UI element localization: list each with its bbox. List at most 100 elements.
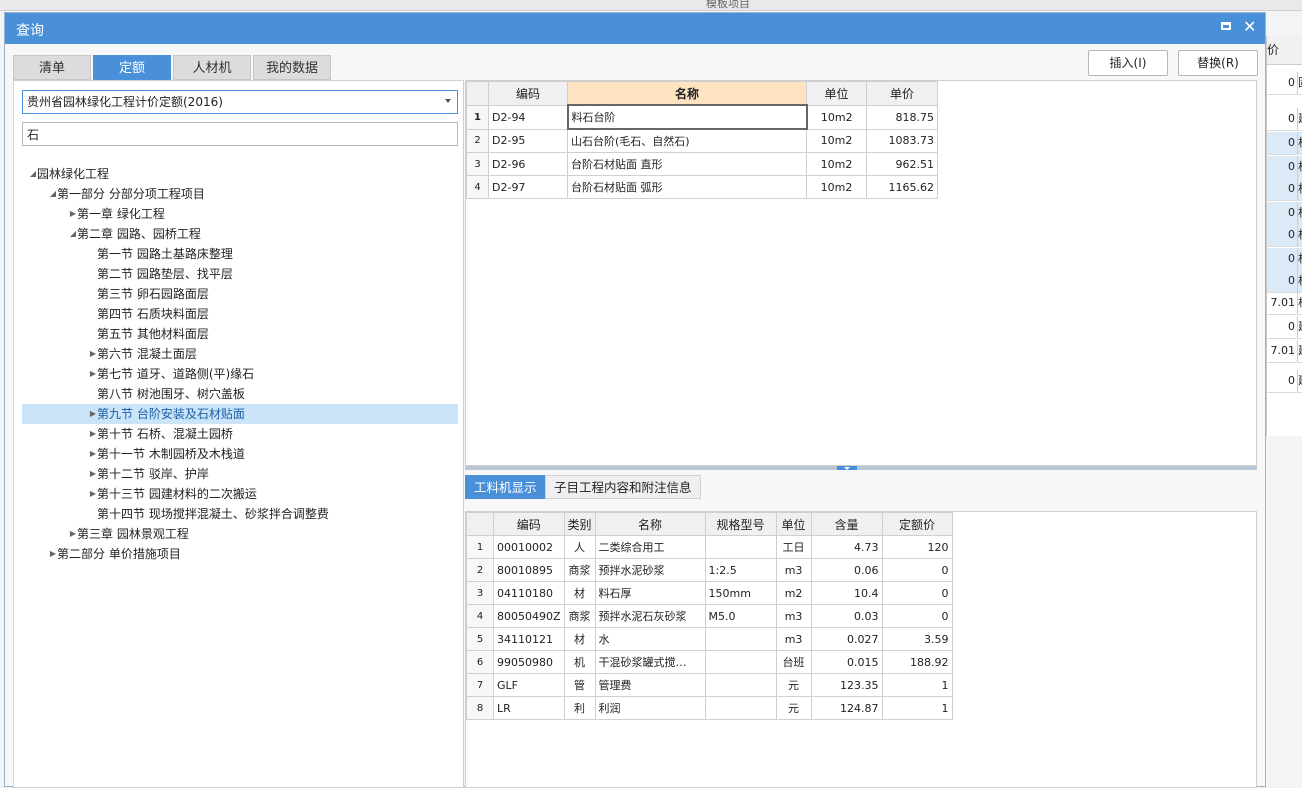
table-row[interactable]: 4 D2-97 台阶石材贴面 弧形 10m2 1165.62 bbox=[466, 175, 938, 199]
table-row[interactable]: 1 D2-94 料石台阶 10m2 818.75 bbox=[466, 104, 938, 130]
tab-bill[interactable]: 清单 bbox=[13, 55, 91, 80]
tree-node[interactable]: 第三节 卵石园路面层 bbox=[22, 284, 458, 304]
column-header[interactable]: 含量 bbox=[810, 512, 883, 536]
replace-button[interactable]: 替换(R) bbox=[1178, 50, 1258, 76]
resource-cell-type[interactable]: 管 bbox=[563, 673, 596, 697]
tab-my-data[interactable]: 我的数据 bbox=[253, 55, 331, 80]
table-row[interactable]: 6 99050980 机干混砂浆罐式搅… 台班 0.015 188.92 bbox=[466, 650, 953, 674]
tree-node[interactable]: ◢ 第二章 园路、园桥工程 bbox=[22, 224, 458, 244]
quota-cell-unit[interactable]: 10m2 bbox=[806, 104, 867, 130]
tree-node[interactable]: ◢ 第一部分 分部分项工程项目 bbox=[22, 184, 458, 204]
quota-cell-idx[interactable]: 2 bbox=[466, 128, 489, 153]
close-icon[interactable]: ✕ bbox=[1243, 17, 1256, 37]
tree-node[interactable]: ▶ 第六节 混凝土面层 bbox=[22, 344, 458, 364]
tree-node[interactable]: ▶ 第十二节 驳岸、护岸 bbox=[22, 464, 458, 484]
resource-cell-qty[interactable]: 10.4 bbox=[810, 581, 883, 605]
resource-cell-spec[interactable] bbox=[704, 696, 777, 720]
resource-cell-unit[interactable]: m3 bbox=[775, 604, 812, 628]
resource-cell-idx[interactable]: 2 bbox=[466, 558, 494, 582]
resource-cell-name[interactable]: 管理费 bbox=[594, 673, 706, 697]
resource-cell-price[interactable]: 120 bbox=[881, 535, 953, 559]
resource-cell-idx[interactable]: 6 bbox=[466, 650, 494, 674]
resource-cell-spec[interactable] bbox=[704, 673, 777, 697]
resource-cell-idx[interactable]: 8 bbox=[466, 696, 494, 720]
resource-cell-price[interactable]: 1 bbox=[881, 673, 953, 697]
table-row[interactable]: 4 80050490Z 商浆 预拌水泥石灰砂浆 M5.0 m3 0.03 0 bbox=[466, 604, 953, 628]
table-row[interactable]: 7 GLF 管管理费 元 123.35 1 bbox=[466, 673, 953, 697]
column-header[interactable]: 名称 bbox=[594, 512, 706, 536]
resource-cell-spec[interactable] bbox=[704, 650, 777, 674]
resource-cell-name[interactable]: 料石厚 bbox=[594, 581, 706, 605]
column-header[interactable]: 单位 bbox=[775, 512, 812, 536]
resource-cell-idx[interactable]: 7 bbox=[466, 673, 494, 697]
resource-cell-price[interactable]: 0 bbox=[881, 581, 953, 605]
table-row[interactable]: 3 D2-96 台阶石材贴面 直形 10m2 962.51 bbox=[466, 152, 938, 176]
quota-cell-code[interactable]: D2-95 bbox=[488, 128, 568, 153]
tab-resources[interactable]: 人材机 bbox=[173, 55, 251, 80]
resource-cell-spec[interactable] bbox=[704, 535, 777, 559]
resource-cell-name[interactable]: 预拌水泥石灰砂浆 bbox=[594, 604, 706, 628]
tree-node[interactable]: ◢ 园林绿化工程 bbox=[22, 164, 458, 184]
resource-cell-idx[interactable]: 3 bbox=[466, 581, 494, 605]
resource-cell-unit[interactable]: m2 bbox=[775, 581, 812, 605]
quota-cell-idx[interactable]: 3 bbox=[466, 152, 489, 176]
quota-cell-code[interactable]: D2-96 bbox=[488, 152, 568, 176]
resource-cell-name[interactable]: 水 bbox=[594, 627, 706, 651]
resource-cell-code[interactable]: 80010895 bbox=[493, 558, 565, 582]
tree-node[interactable]: 第二节 园路垫层、找平层 bbox=[22, 264, 458, 284]
quota-cell-price[interactable]: 962.51 bbox=[866, 152, 938, 176]
tab-quota[interactable]: 定额 bbox=[93, 55, 171, 80]
quota-cell-idx[interactable]: 4 bbox=[466, 175, 489, 199]
tree-node[interactable]: 第十四节 现场搅拌混凝土、砂浆拌合调整费 bbox=[22, 504, 458, 524]
column-header[interactable]: 编码 bbox=[488, 81, 568, 106]
resource-cell-unit[interactable]: 元 bbox=[775, 673, 812, 697]
quota-cell-unit[interactable]: 10m2 bbox=[806, 128, 867, 153]
resource-cell-type[interactable]: 材 bbox=[563, 581, 596, 605]
chevron-down-icon[interactable] bbox=[445, 99, 451, 103]
quota-cell-idx[interactable]: 1 bbox=[466, 104, 489, 130]
maximize-icon[interactable] bbox=[1221, 22, 1231, 30]
table-row[interactable]: 1 00010002 人二类综合用工 工日 4.73 120 bbox=[466, 535, 953, 559]
resource-cell-idx[interactable]: 1 bbox=[466, 535, 494, 559]
resource-cell-code[interactable]: GLF bbox=[493, 673, 565, 697]
column-header[interactable]: 定额价 bbox=[881, 512, 953, 536]
resource-cell-type[interactable]: 利 bbox=[563, 696, 596, 720]
resource-cell-code[interactable]: LR bbox=[493, 696, 565, 720]
resource-cell-unit[interactable]: 元 bbox=[775, 696, 812, 720]
quota-cell-unit[interactable]: 10m2 bbox=[806, 152, 867, 176]
column-header[interactable]: 单价 bbox=[866, 81, 938, 106]
resource-cell-code[interactable]: 34110121 bbox=[493, 627, 565, 651]
resource-cell-idx[interactable]: 5 bbox=[466, 627, 494, 651]
table-row[interactable]: 2 D2-95 山石台阶(毛石、自然石) 10m2 1083.73 bbox=[466, 128, 938, 153]
quota-cell-name[interactable]: 山石台阶(毛石、自然石) bbox=[567, 128, 807, 153]
resource-cell-name[interactable]: 利润 bbox=[594, 696, 706, 720]
resource-cell-unit[interactable]: 台班 bbox=[775, 650, 812, 674]
resource-cell-price[interactable]: 188.92 bbox=[881, 650, 953, 674]
resource-cell-type[interactable]: 商浆 bbox=[563, 604, 596, 628]
column-header[interactable]: 单位 bbox=[806, 81, 867, 106]
quota-cell-price[interactable]: 1083.73 bbox=[866, 128, 938, 153]
resource-cell-unit[interactable]: 工日 bbox=[775, 535, 812, 559]
resource-cell-spec[interactable] bbox=[704, 627, 777, 651]
quota-cell-price[interactable]: 1165.62 bbox=[866, 175, 938, 199]
table-row[interactable]: 2 80010895 商浆 预拌水泥砂浆 1:2.5 m3 0.06 0 bbox=[466, 558, 953, 582]
quota-cell-name[interactable]: 台阶石材贴面 弧形 bbox=[567, 175, 807, 199]
tree-node[interactable]: ▶ 第十一节 木制园桥及木栈道 bbox=[22, 444, 458, 464]
table-row[interactable]: 8 LR 利利润 元 124.87 1 bbox=[466, 696, 953, 720]
resource-cell-qty[interactable]: 0.06 bbox=[810, 558, 883, 582]
tree-node[interactable]: 第五节 其他材料面层 bbox=[22, 324, 458, 344]
insert-button[interactable]: 插入(I) bbox=[1088, 50, 1168, 76]
resource-cell-code[interactable]: 00010002 bbox=[493, 535, 565, 559]
resource-cell-price[interactable]: 3.59 bbox=[881, 627, 953, 651]
tree-node[interactable]: ▶ 第一章 绿化工程 bbox=[22, 204, 458, 224]
resource-cell-name[interactable]: 二类综合用工 bbox=[594, 535, 706, 559]
table-row[interactable]: 5 34110121 材水 m3 0.027 3.59 bbox=[466, 627, 953, 651]
resource-cell-qty[interactable]: 0.015 bbox=[810, 650, 883, 674]
tab-resource-display[interactable]: 工料机显示 bbox=[465, 475, 546, 499]
tree-node[interactable]: 第八节 树池围牙、树穴盖板 bbox=[22, 384, 458, 404]
column-header[interactable]: 名称 bbox=[567, 81, 807, 106]
resource-cell-price[interactable]: 1 bbox=[881, 696, 953, 720]
resource-cell-qty[interactable]: 123.35 bbox=[810, 673, 883, 697]
resource-cell-qty[interactable]: 0.027 bbox=[810, 627, 883, 651]
tree-node[interactable]: 第一节 园路土基路床整理 bbox=[22, 244, 458, 264]
